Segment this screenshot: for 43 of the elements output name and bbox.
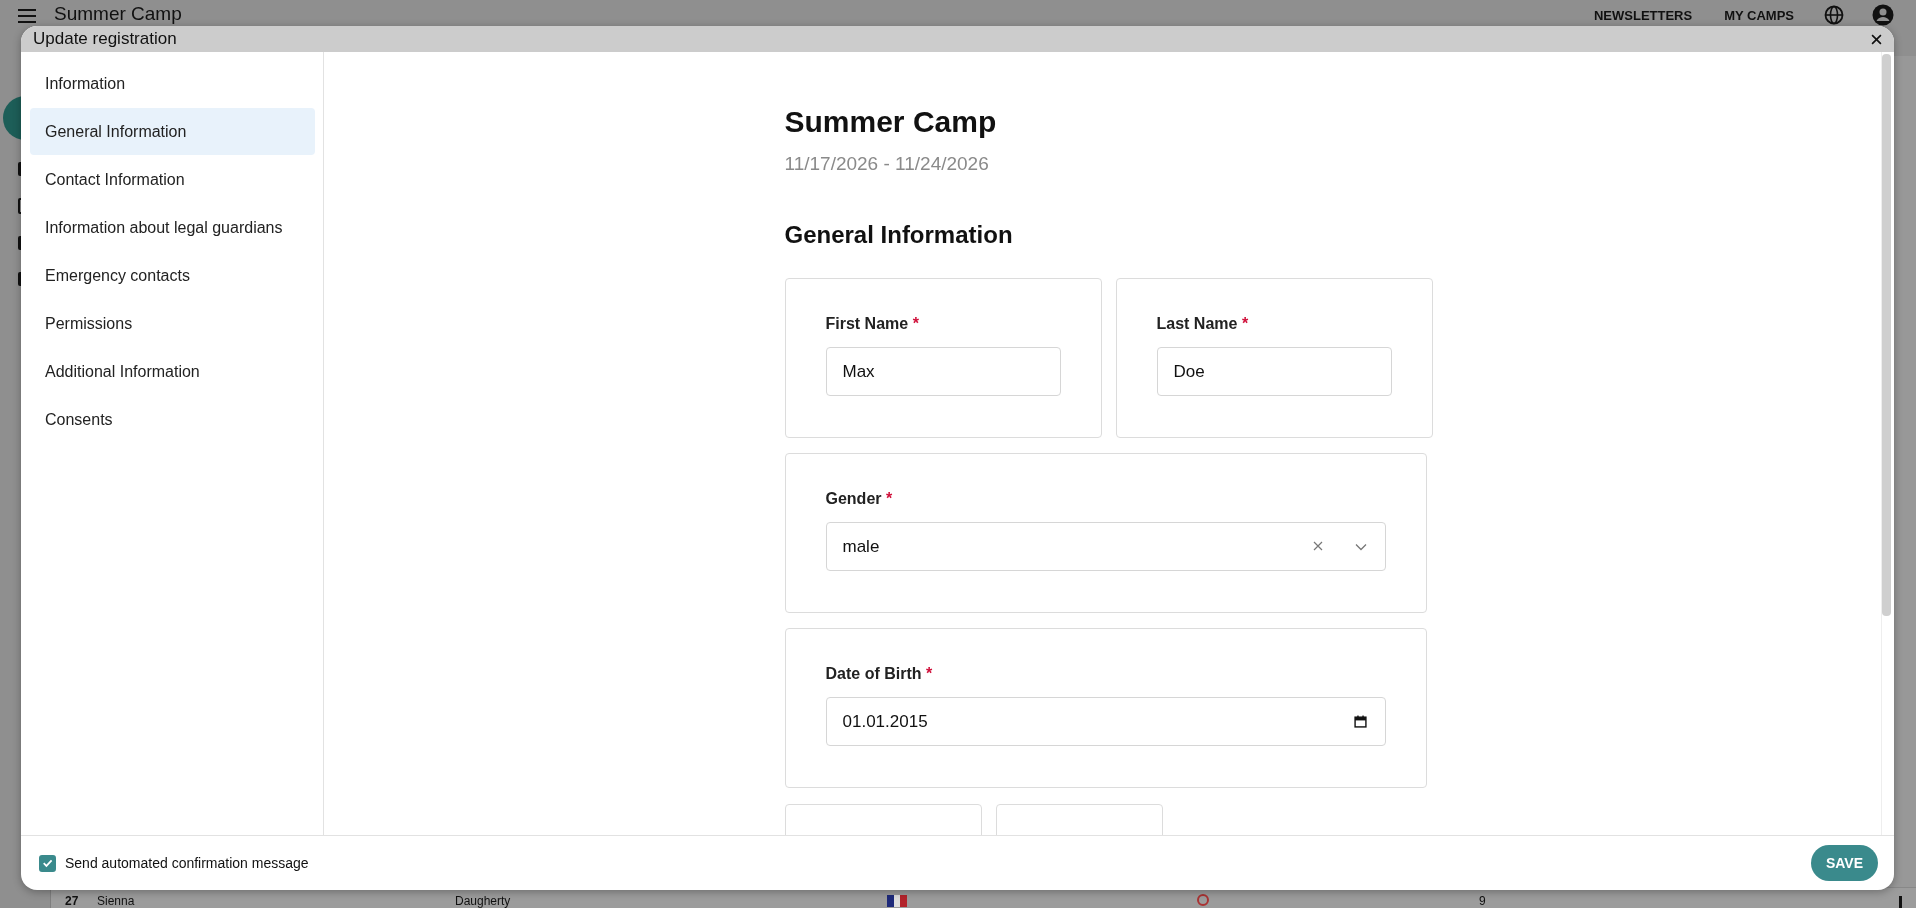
input-field[interactable]: Doe	[1156, 347, 1392, 396]
field-label: Gender *	[825, 490, 894, 508]
input-field[interactable]: Max	[825, 347, 1061, 396]
app-title: Summer Camp	[54, 3, 182, 25]
table-cell-text: Sienna	[97, 894, 136, 908]
nav-link[interactable]: NEWSLETTERS	[1593, 8, 1693, 23]
sidebar-item[interactable]: Information	[30, 60, 315, 107]
nav-link[interactable]: MY CAMPS	[1724, 8, 1794, 23]
sidebar-item[interactable]: Emergency contacts	[30, 252, 315, 299]
sidebar-item[interactable]: Information about legal guardians	[30, 204, 315, 251]
dropdown-field[interactable]: male	[825, 522, 1386, 571]
section-title: General Information	[784, 220, 1014, 250]
chevron-down-icon[interactable]	[1354, 542, 1367, 551]
sidebar-item[interactable]: Permissions	[30, 300, 315, 347]
field-label: First Name *	[825, 315, 920, 333]
table-cell-text: 9	[1479, 894, 1487, 908]
required-mark: *	[885, 490, 893, 507]
required-mark: *	[912, 315, 919, 332]
flag-icon	[887, 895, 907, 907]
globe-icon[interactable]	[1824, 5, 1844, 25]
event-title: Summer Camp	[784, 104, 998, 140]
status-icon	[1197, 894, 1209, 906]
required-mark: *	[925, 665, 933, 682]
checkbox[interactable]	[39, 854, 56, 872]
field-label: Date of Birth *	[825, 665, 934, 683]
calendar-icon[interactable]	[1353, 715, 1367, 728]
event-dates: 11/17/2026 - 11/24/2026	[784, 153, 990, 175]
sidebar-item[interactable]: Contact Information	[30, 156, 315, 203]
dialog-title: Update registration	[33, 29, 178, 49]
menu-icon[interactable]	[18, 9, 36, 23]
scrollbar-thumb[interactable]	[1882, 54, 1891, 616]
required-mark: *	[1241, 315, 1249, 332]
clear-icon[interactable]	[1312, 540, 1325, 553]
save-button[interactable]: SAVE	[1811, 845, 1878, 881]
date-field[interactable]: 01.01.2015	[825, 697, 1386, 746]
field-label: Last Name *	[1156, 315, 1250, 333]
checkbox-label: Send automated confirmation message	[65, 855, 309, 871]
table-cell-text: Daugherty	[455, 894, 512, 908]
sidebar-item[interactable]: General Information	[30, 108, 315, 155]
sidebar-item[interactable]: Additional Information	[30, 348, 315, 395]
account-icon[interactable]	[1872, 4, 1894, 26]
sidebar-item[interactable]: Consents	[30, 396, 315, 443]
table-cell-text: 27	[65, 894, 80, 908]
